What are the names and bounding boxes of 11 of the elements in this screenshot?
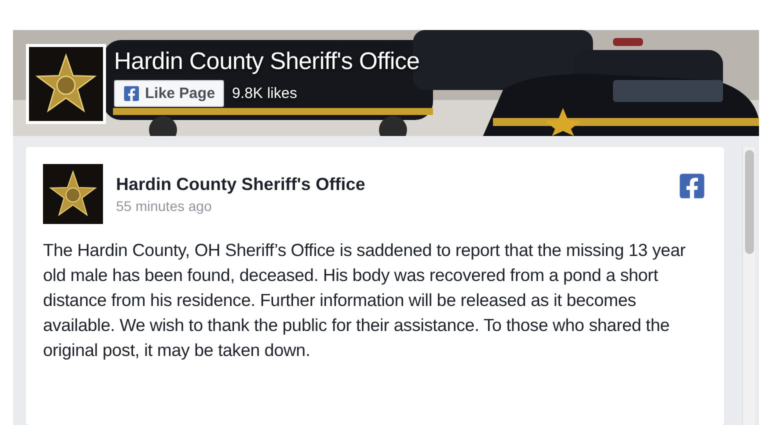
post-author[interactable]: Hardin County Sheriff's Office — [116, 174, 665, 195]
f-logo-icon[interactable] — [678, 172, 706, 200]
likes-count: 9.8K likes — [232, 85, 298, 102]
scrollbar[interactable] — [742, 147, 755, 425]
author-avatar[interactable] — [43, 164, 103, 224]
page-avatar[interactable] — [26, 44, 106, 124]
f-logo-icon — [123, 85, 140, 102]
star-badge-icon — [48, 169, 98, 219]
page-name[interactable]: Hardin County Sheriff's Office — [114, 48, 420, 76]
like-page-button[interactable]: Like Page — [114, 80, 224, 107]
post-text: The Hardin County, OH Sheriff’s Office is saddened to report that the missing 13 year old male has been found, deceased. His body was recovered from a pond a short distance from his residence. Further information will be released as it becomes available. We wish to thank the public for their assistance. To those who shared the original post, it may be taken down. — [43, 239, 686, 362]
